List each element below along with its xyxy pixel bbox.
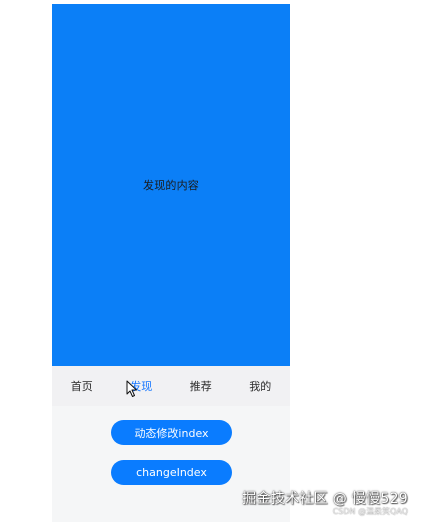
tab-home-label: 首页 (70, 380, 93, 393)
phone-screen: 发现的内容 首页 发现 推荐 我的 动态修改index changeIndex (52, 4, 290, 522)
watermark-main-text: 掘金技术社区 @ 慢慢529 (242, 491, 408, 507)
tab-home[interactable]: 首页 (52, 366, 112, 406)
watermark: 掘金技术社区 @ 慢慢529 CSDN @温柔笑QAQ (242, 492, 408, 516)
tab-bar: 首页 发现 推荐 我的 (52, 366, 290, 406)
screenshot-stage: 发现的内容 首页 发现 推荐 我的 动态修改index changeIndex … (0, 0, 422, 526)
tab-recommend-label: 推荐 (189, 380, 212, 393)
tab-content-area: 发现的内容 (52, 4, 290, 366)
tab-mine[interactable]: 我的 (231, 366, 291, 406)
watermark-sub-text: CSDN @温柔笑QAQ (332, 507, 408, 516)
dynamic-change-index-button[interactable]: 动态修改index (111, 420, 232, 445)
change-index-button[interactable]: changeIndex (111, 460, 232, 485)
pointer-cursor-icon (126, 380, 137, 397)
tab-recommend[interactable]: 推荐 (171, 366, 231, 406)
tab-mine-label: 我的 (249, 380, 272, 393)
tab-discover[interactable]: 发现 (112, 366, 172, 406)
tab-content-text: 发现的内容 (143, 179, 199, 192)
